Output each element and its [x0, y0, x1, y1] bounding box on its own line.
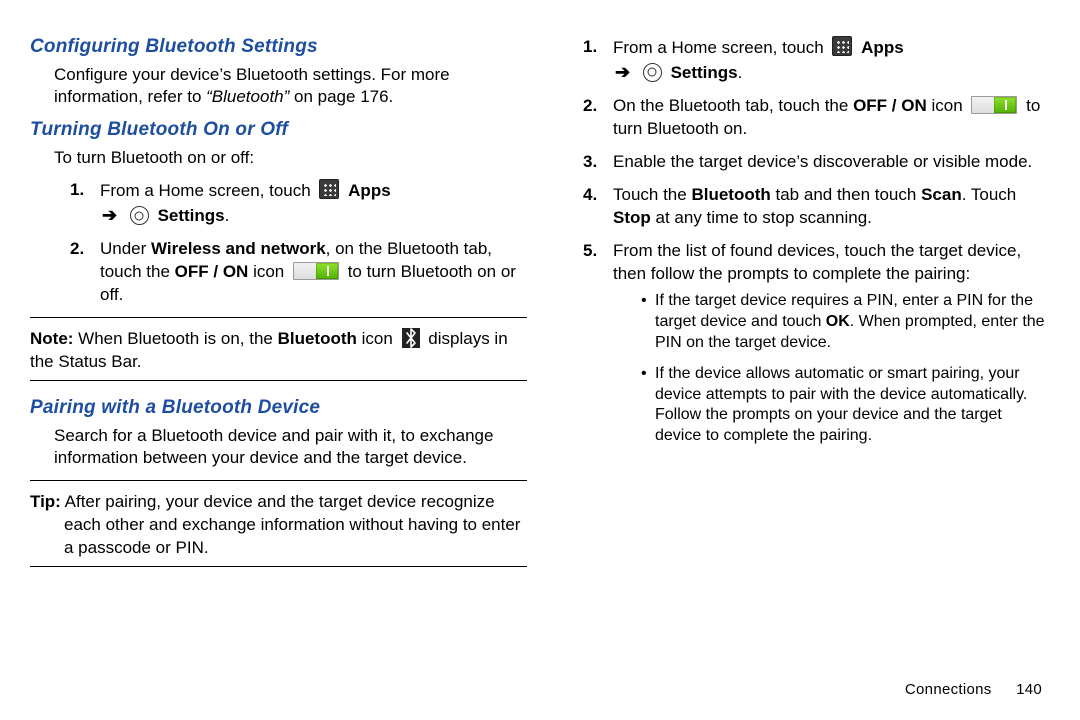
list-item: If the target device requires a PIN, ent…: [641, 291, 1050, 353]
text: . Touch: [962, 185, 1017, 204]
gear-icon: [643, 63, 662, 82]
list-item: If the device allows automatic or smart …: [641, 364, 1050, 447]
tip-label: Tip:: [30, 492, 61, 511]
bold-text: Scan: [921, 185, 962, 204]
text: From the list of found devices, touch th…: [613, 241, 1021, 283]
text: .: [738, 63, 743, 82]
sub-bullets: If the target device requires a PIN, ent…: [641, 291, 1050, 447]
page-footer: Connections 140: [905, 681, 1042, 698]
apps-icon: [319, 179, 339, 199]
bold-text: Bluetooth: [278, 329, 357, 348]
tip-block: Tip: After pairing, your device and the …: [30, 491, 527, 560]
right-column: 1. From a Home screen, touch Apps ➔ Sett…: [553, 36, 1050, 577]
note-block: Note: When Bluetooth is on, the Bluetoot…: [30, 328, 527, 374]
divider: [30, 480, 527, 481]
step-number: 4.: [583, 184, 597, 207]
list-item: 3. Enable the target device’s discoverab…: [583, 151, 1050, 174]
step-number: 5.: [583, 240, 597, 263]
pair-paragraph: Search for a Bluetooth device and pair w…: [54, 425, 527, 470]
step-number: 2.: [70, 238, 84, 261]
pair-steps: 1. From a Home screen, touch Apps ➔ Sett…: [583, 36, 1050, 447]
divider: [30, 380, 527, 381]
arrow-icon: ➔: [102, 205, 117, 225]
text: at any time to stop scanning.: [651, 208, 872, 227]
list-item: 4. Touch the Bluetooth tab and then touc…: [583, 184, 1050, 230]
text: When Bluetooth is on, the: [73, 329, 277, 348]
section-name: Connections: [905, 681, 992, 698]
bold-text: Stop: [613, 208, 651, 227]
text: After pairing, your device and the targe…: [61, 492, 495, 511]
bluetooth-icon: [402, 328, 420, 348]
bold-text: Bluetooth: [691, 185, 770, 204]
text: From a Home screen, touch: [613, 38, 828, 57]
text: icon: [357, 329, 398, 348]
heading-configuring: Configuring Bluetooth Settings: [30, 36, 527, 58]
text: On the Bluetooth tab, touch the: [613, 96, 853, 115]
bold-text: OK: [826, 313, 850, 330]
text: icon: [927, 96, 968, 115]
reference-italic: “Bluetooth”: [206, 87, 289, 106]
text: Under: [100, 239, 151, 258]
list-item: 2. On the Bluetooth tab, touch the OFF /…: [583, 95, 1050, 141]
list-item: 1. From a Home screen, touch Apps ➔ Sett…: [70, 179, 527, 228]
text: Touch the: [613, 185, 691, 204]
text: tab and then touch: [771, 185, 921, 204]
arrow-icon: ➔: [615, 62, 630, 82]
divider: [30, 317, 527, 318]
text: If the device allows automatic or smart …: [655, 365, 1027, 444]
tip-cont: each other and exchange information with…: [30, 514, 527, 560]
left-column: Configuring Bluetooth Settings Configure…: [30, 36, 527, 577]
toggle-icon: [293, 262, 339, 280]
bold-text: Wireless and network: [151, 239, 326, 258]
text: From a Home screen, touch: [100, 181, 315, 200]
text: icon: [248, 262, 289, 281]
step-number: 1.: [583, 36, 597, 59]
step-number: 1.: [70, 179, 84, 202]
divider: [30, 566, 527, 567]
turn-intro: To turn Bluetooth on or off:: [54, 147, 527, 169]
list-item: 1. From a Home screen, touch Apps ➔ Sett…: [583, 36, 1050, 85]
text: Enable the target device’s discoverable …: [613, 152, 1032, 171]
bold-text: OFF / ON: [175, 262, 249, 281]
settings-label: Settings: [158, 206, 225, 225]
config-paragraph: Configure your device’s Bluetooth settin…: [54, 64, 527, 109]
step-number: 3.: [583, 151, 597, 174]
text: on page 176.: [289, 87, 393, 106]
page-number: 140: [1016, 681, 1042, 698]
list-item: 2. Under Wireless and network, on the Bl…: [70, 238, 527, 307]
gear-icon: [130, 206, 149, 225]
heading-turning: Turning Bluetooth On or Off: [30, 119, 527, 141]
text: .: [225, 206, 230, 225]
manual-page: Configuring Bluetooth Settings Configure…: [0, 0, 1080, 577]
note-label: Note:: [30, 329, 73, 348]
apps-icon: [832, 36, 852, 56]
settings-label: Settings: [671, 63, 738, 82]
heading-pairing: Pairing with a Bluetooth Device: [30, 397, 527, 419]
list-item: 5. From the list of found devices, touch…: [583, 240, 1050, 447]
turn-steps: 1. From a Home screen, touch Apps ➔ Sett…: [70, 179, 527, 307]
toggle-icon: [971, 96, 1017, 114]
bold-text: OFF / ON: [853, 96, 927, 115]
step-number: 2.: [583, 95, 597, 118]
apps-label: Apps: [348, 181, 391, 200]
apps-label: Apps: [861, 38, 904, 57]
